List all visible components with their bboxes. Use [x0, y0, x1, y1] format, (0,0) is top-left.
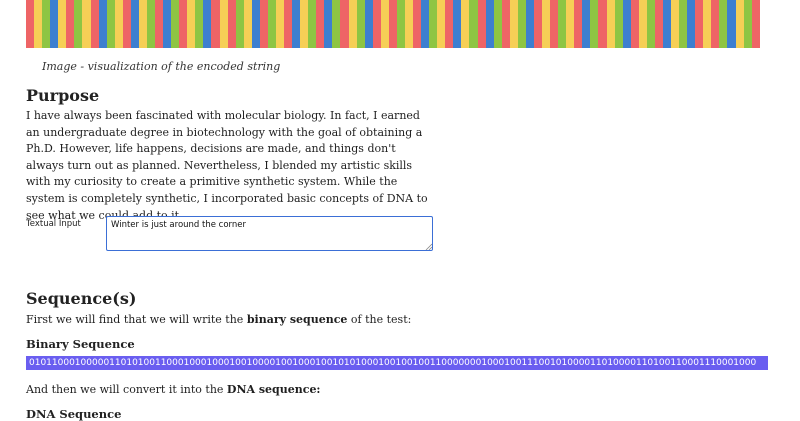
textual-input-label: Textual Input [26, 219, 81, 229]
textual-input-field[interactable] [106, 216, 433, 251]
purpose-heading: Purpose [26, 86, 100, 105]
sequences-heading: Sequence(s) [26, 289, 137, 308]
dna-sequence-heading: DNA Sequence [26, 407, 122, 421]
purpose-paragraph: I have always been fascinated with molec… [26, 109, 428, 222]
resize-handle-icon[interactable] [425, 243, 432, 250]
binary-intro-text: First we will find that we will write th… [26, 313, 412, 326]
visualization-caption: Image - visualization of the encoded str… [42, 60, 281, 73]
dna-intro-text: And then we will convert it into the DNA… [26, 383, 321, 396]
binary-sequence-value: 0101100010000011010100110001000100010010… [26, 356, 768, 370]
encoded-string-visualization [26, 0, 760, 48]
stripe [757, 0, 760, 48]
binary-sequence-heading: Binary Sequence [26, 337, 135, 351]
